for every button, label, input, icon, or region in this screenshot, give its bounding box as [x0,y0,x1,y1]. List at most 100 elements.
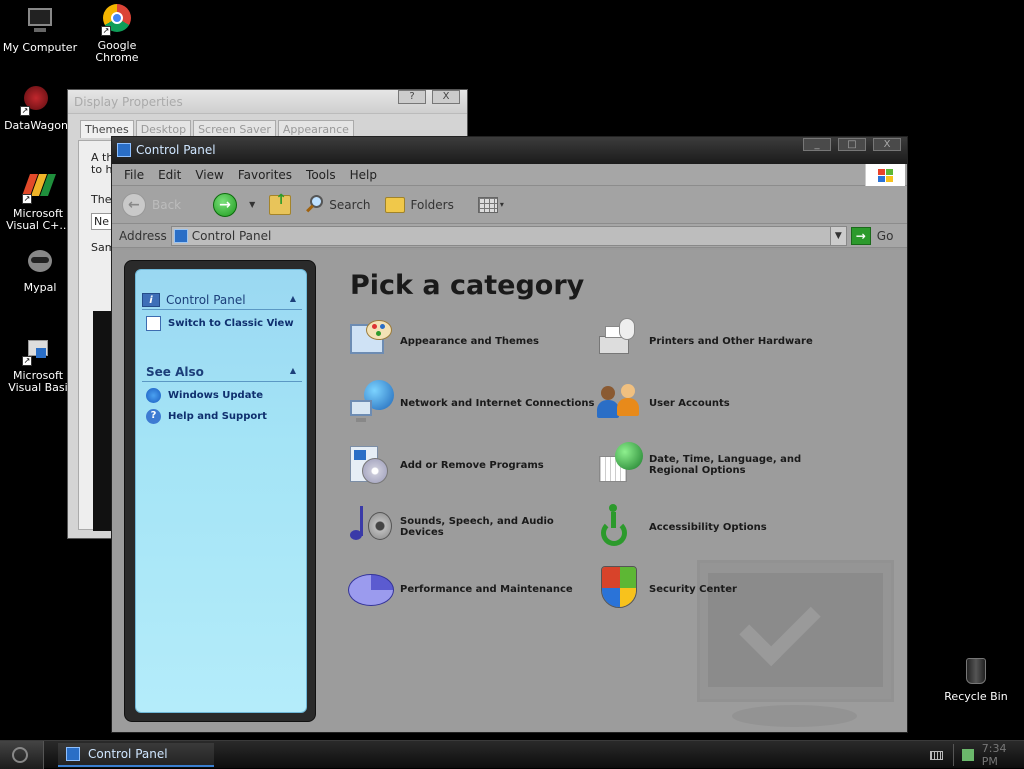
control-panel-titlebar[interactable]: Control Panel _ □ X [112,137,907,164]
section-title: See Also [146,364,204,379]
control-panel-icon [173,228,188,243]
start-orb-icon [12,747,28,763]
category-label: User Accounts [649,397,730,409]
back-button[interactable]: ← Back [122,192,182,217]
keyboard-icon[interactable] [930,750,944,760]
control-panel-icon [66,747,80,761]
link-label: Windows Update [168,390,264,401]
menu-file[interactable]: File [118,168,152,182]
section-header[interactable]: See Also ▲ [142,362,302,382]
tray-separator [953,744,955,766]
desktop-icon-recycle-bin[interactable]: Recycle Bin [940,658,1012,703]
windows-logo-icon [865,164,905,186]
close-button[interactable]: X [873,138,901,151]
shield-icon [595,564,645,614]
menu-tools[interactable]: Tools [300,168,344,182]
up-folder-button[interactable]: ↑ [269,191,292,215]
category-label: Printers and Other Hardware [649,335,813,347]
info-icon: i [142,292,160,307]
category-user-accounts[interactable]: User Accounts [595,378,845,428]
category-label: Network and Internet Connections [400,397,595,409]
section-header[interactable]: i Control Panel ▲ [142,290,302,310]
control-panel-icon [117,143,131,157]
network-icon [346,378,396,428]
shortcut-arrow-icon: ↗ [20,106,30,116]
start-button[interactable] [0,741,44,769]
close-button[interactable]: X [432,90,460,104]
address-dropdown-icon[interactable]: ▼ [829,226,846,245]
menu-favorites[interactable]: Favorites [232,168,300,182]
date-time-icon [595,440,645,490]
toolbar: ← Back → ▼ ↑ Search Folders ▾ [112,186,907,224]
search-button[interactable]: Search [305,194,371,215]
up-arrow-icon: ↑ [275,191,288,208]
category-label: Sounds, Speech, and Audio Devices [400,516,554,538]
taskbar-item-control-panel[interactable]: Control Panel [58,743,214,767]
windows-update-link[interactable]: Windows Update [146,388,302,403]
control-panel-window[interactable]: Control Panel _ □ X File Edit View Favor… [111,136,908,733]
menu-view[interactable]: View [189,168,231,182]
category-network-internet[interactable]: Network and Internet Connections [346,378,596,428]
views-dropdown-icon: ▾ [499,200,504,209]
category-performance-maintenance[interactable]: Performance and Maintenance [346,564,596,614]
category-label: Appearance and Themes [400,335,539,347]
go-arrow-icon: → [850,226,871,245]
views-button[interactable]: ▾ [477,196,504,213]
category-label: Date, Time, Language, and Regional Optio… [649,454,802,476]
minimize-button[interactable]: _ [803,138,831,151]
category-date-time-language[interactable]: Date, Time, Language, and Regional Optio… [595,440,845,490]
menu-edit[interactable]: Edit [152,168,189,182]
category-label: Security Center [649,583,737,595]
network-tray-icon[interactable] [962,749,974,761]
category-appearance-themes[interactable]: Appearance and Themes [346,316,596,366]
printer-icon [595,316,645,366]
desktop-icon-label: My Computer [2,41,78,54]
theme-select[interactable]: Ne [91,213,112,230]
menu-help[interactable]: Help [344,168,385,182]
forward-button[interactable]: → [213,192,243,217]
window-title: Control Panel [136,143,216,157]
category-label: Add or Remove Programs [400,459,544,471]
category-sounds-speech-audio[interactable]: Sounds, Speech, and Audio Devices [346,502,596,552]
task-pane: i Control Panel ▲ Switch to Classic View… [135,269,307,713]
category-printers-hardware[interactable]: Printers and Other Hardware [595,316,845,366]
task-pane-frame: i Control Panel ▲ Switch to Classic View… [124,260,316,722]
display-properties-titlebar[interactable]: Display Properties ? X [68,90,467,114]
watermark-monitor-base [732,705,857,727]
see-also-section: See Also ▲ Windows Update ? Help and Sup… [142,362,302,424]
back-label: Back [152,197,182,212]
category-security-center[interactable]: Security Center [595,564,845,614]
collapse-icon[interactable]: ▲ [290,366,296,375]
go-button[interactable]: → Go [850,226,893,245]
section-title: Control Panel [166,292,246,307]
forward-dropdown-icon[interactable]: ▼ [249,200,255,209]
desktop-icon-google-chrome[interactable]: ↗ Google Chrome [77,4,157,64]
help-button[interactable]: ? [398,90,426,104]
search-label: Search [329,197,371,212]
desktop-icon-datawagon[interactable]: ↗ DataWagon [0,84,76,132]
clock[interactable]: 7:34 PM [982,742,1024,768]
category-accessibility-options[interactable]: Accessibility Options [595,502,845,552]
help-support-link[interactable]: ? Help and Support [146,409,302,424]
programs-icon [346,440,396,490]
folders-button[interactable]: Folders [384,196,454,213]
switch-classic-view-link[interactable]: Switch to Classic View [146,316,302,331]
visual-cpp-icon: ↗ [21,172,57,204]
control-panel-content: i Control Panel ▲ Switch to Classic View… [112,250,907,732]
performance-icon [346,564,396,614]
address-field[interactable]: Control Panel ▼ [170,225,847,246]
display-properties-tabs: Themes Desktop Screen Saver Appearance [68,114,467,138]
views-icon [477,196,498,213]
category-add-remove-programs[interactable]: Add or Remove Programs [346,440,596,490]
collapse-icon[interactable]: ▲ [290,294,296,303]
visual-basic-icon: ↗ [22,334,54,366]
desktop-icon-label: DataWagon [4,119,68,132]
text-fragment: The [91,193,112,206]
desktop-icon-my-computer[interactable]: My Computer [0,6,80,54]
taskbar: Control Panel 7:34 PM [0,740,1024,769]
maximize-button[interactable]: □ [838,138,866,151]
desktop: My Computer ↗ Google Chrome ↗ DataWagon … [0,0,1024,740]
address-label: Address [119,228,167,243]
address-bar: Address Control Panel ▼ → Go [112,224,907,248]
sound-icon [346,502,396,552]
